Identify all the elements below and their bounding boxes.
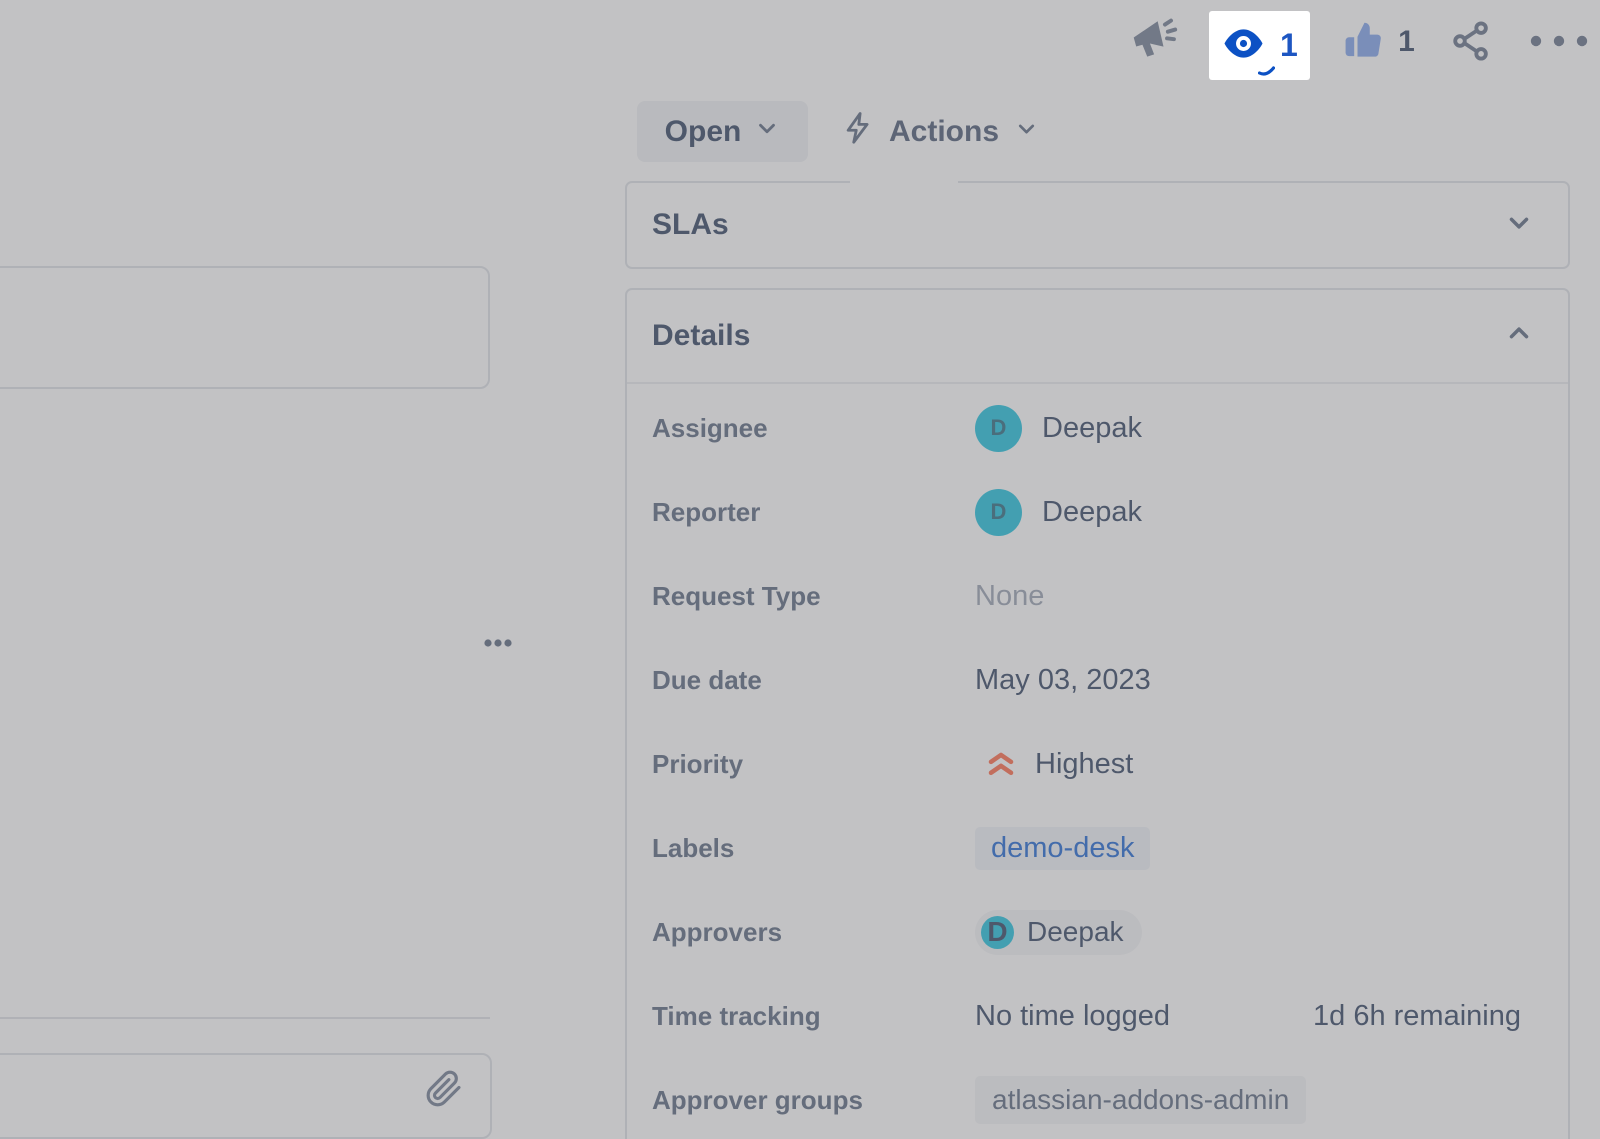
field-label: Due date [652,665,975,696]
field-row-due-date: Due date May 03, 2023 [627,638,1568,722]
assignee-name: Deepak [1042,412,1142,445]
avatar: D [975,489,1022,536]
reporter-value[interactable]: D Deepak [975,489,1568,536]
priority-highest-icon [985,749,1017,779]
avatar: D [975,405,1022,452]
like-button[interactable]: 1 [1338,18,1418,66]
label-tag[interactable]: demo-desk [975,827,1150,870]
assignee-value[interactable]: D Deepak [975,405,1568,452]
chevron-down-icon [1504,208,1534,243]
field-row-assignee: Assignee D Deepak [627,386,1568,470]
eye-icon [1224,28,1263,64]
avatar: D [981,916,1014,949]
approver-name: Deepak [1027,916,1124,948]
field-row-time-tracking: Time tracking No time logged 1d 6h remai… [627,974,1568,1058]
slas-panel-header[interactable]: SLAs [627,183,1568,267]
approver-chip[interactable]: D Deepak [975,910,1142,955]
field-row-approvers: Approvers D Deepak [627,890,1568,974]
divider [627,382,1568,384]
paperclip-icon [425,1070,463,1113]
thumbs-up-icon [1341,18,1385,67]
priority-text: Highest [1035,748,1133,781]
attach-button[interactable] [424,1071,464,1111]
slas-panel: SLAs [625,181,1570,269]
details-panel: Details Assignee D Deepak Reporter D Dee… [625,288,1570,1139]
field-label: Assignee [652,413,975,444]
details-fields: Assignee D Deepak Reporter D Deepak Requ… [627,386,1568,1139]
border-gap [850,177,958,186]
approver-group-chip[interactable]: atlassian-addons-admin [975,1076,1306,1124]
reporter-name: Deepak [1042,496,1142,529]
field-label: Labels [652,833,975,864]
watch-button-spotlight[interactable]: 1 [1209,11,1310,80]
field-label: Priority [652,749,975,780]
labels-value: demo-desk [975,827,1568,870]
time-tracking-value[interactable]: No time logged 1d 6h remaining [975,1000,1568,1033]
field-row-request-type: Request Type None [627,554,1568,638]
ellipsis-icon [483,635,513,653]
field-label: Reporter [652,497,975,528]
share-icon [1449,19,1493,68]
comment-input-box[interactable] [0,1053,492,1139]
details-title: Details [652,319,750,353]
request-type-value[interactable]: None [975,580,1568,613]
beacon-arc [1258,64,1275,82]
chevron-up-icon [1504,319,1534,354]
chevron-down-icon [754,115,780,149]
status-label: Open [665,115,742,149]
ellipsis-icon [1530,34,1588,52]
due-date-value[interactable]: May 03, 2023 [975,664,1568,697]
approver-groups-value: atlassian-addons-admin [975,1076,1568,1124]
description-box [0,266,490,389]
divider [0,1017,490,1019]
request-type-text: None [975,580,1044,613]
field-label: Time tracking [652,1001,975,1032]
like-count: 1 [1398,25,1415,59]
approvers-value: D Deepak [975,910,1568,955]
status-dropdown[interactable]: Open [637,101,808,162]
field-row-priority: Priority Highest [627,722,1568,806]
field-label: Request Type [652,581,975,612]
actions-label: Actions [889,115,999,149]
share-button[interactable] [1448,20,1494,66]
actions-dropdown[interactable]: Actions [842,103,1039,161]
field-row-approver-groups: Approver groups atlassian-addons-admin [627,1058,1568,1139]
chevron-down-icon [1014,115,1039,149]
time-logged-text: No time logged [975,1000,1170,1033]
field-label: Approver groups [652,1085,975,1116]
slas-title: SLAs [652,208,729,242]
field-row-labels: Labels demo-desk [627,806,1568,890]
field-row-reporter: Reporter D Deepak [627,470,1568,554]
feedback-button[interactable] [1130,18,1182,66]
watch-count: 1 [1280,27,1298,64]
megaphone-icon [1131,17,1181,68]
lightning-icon [842,111,874,153]
jira-issue-view: 1 Open Actions SLAs [0,0,1600,1139]
show-more-button[interactable] [480,631,516,657]
details-panel-header[interactable]: Details [627,290,1568,382]
time-remaining-text: 1d 6h remaining [1313,1000,1521,1033]
field-label: Approvers [652,917,975,948]
more-options-button[interactable] [1528,34,1590,52]
due-date-text: May 03, 2023 [975,664,1151,697]
priority-value[interactable]: Highest [975,748,1568,781]
